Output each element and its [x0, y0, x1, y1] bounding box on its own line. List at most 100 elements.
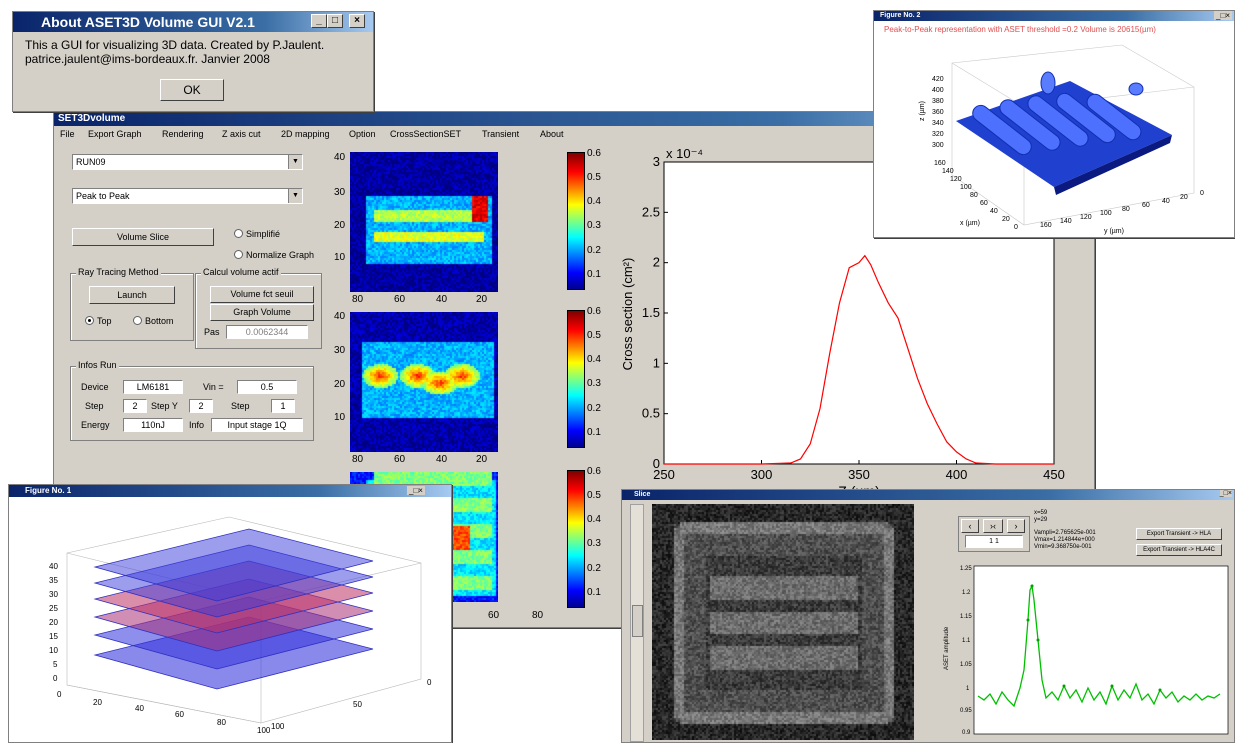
pas-field[interactable]: 0.0062344: [226, 325, 308, 339]
cbar1-tick: 0.3: [587, 220, 601, 231]
heat2-ytick: 20: [334, 379, 346, 390]
bottom-radio[interactable]: Bottom: [133, 316, 174, 326]
menu-about[interactable]: About: [540, 129, 564, 139]
volume-fct-seuil-button[interactable]: Volume fct seuil: [210, 286, 314, 303]
y-tick-label: 2: [653, 255, 660, 270]
next-button[interactable]: ›: [1007, 519, 1025, 533]
close-icon[interactable]: _□×: [1214, 11, 1232, 20]
transient-plot: 1.25 1.2 1.15 1.1 1.05 1 0.95 0.9 ASET a…: [944, 565, 1229, 736]
y-tick-label: 0: [653, 456, 660, 471]
close-icon[interactable]: _□×: [1219, 490, 1232, 497]
figure-2-window: Figure No. 2 _□× Peak-to-Peak representa…: [873, 10, 1235, 238]
menu-export-graph[interactable]: Export Graph: [88, 129, 142, 139]
fig2-ytick: 20: [1180, 194, 1188, 201]
menu-option[interactable]: Option: [349, 129, 376, 139]
fig1-ztick: 0: [53, 674, 58, 683]
step2-field[interactable]: 1: [271, 399, 295, 413]
cbar3-tick: 0.1: [587, 587, 601, 598]
info-field[interactable]: Input stage 1Q: [211, 418, 303, 432]
fig1-ztick: 15: [49, 632, 58, 641]
slice-grayscale-image: [652, 504, 914, 740]
export-hla4c-button[interactable]: Export Transient -> HLA4C: [1136, 544, 1222, 556]
slice-info-vampli: Vampli=2.765625e-001: [1034, 530, 1096, 536]
x-tick-label: 400: [946, 467, 968, 482]
pas-label: Pas: [204, 327, 220, 337]
transient-ytick: 1.2: [962, 590, 971, 596]
chevron-down-icon[interactable]: ▼: [288, 189, 302, 203]
cbar1-tick: 0.2: [587, 245, 601, 256]
y-tick-label: 1: [653, 355, 660, 370]
normalize-radio[interactable]: Normalize Graph: [234, 250, 314, 260]
close-icon[interactable]: _□×: [407, 486, 425, 495]
radio-icon: [234, 229, 243, 238]
fig1-ztick: 40: [49, 562, 58, 571]
run-select[interactable]: RUN09 ▼: [72, 154, 303, 170]
menu-2d-mapping[interactable]: 2D mapping: [281, 129, 330, 139]
infos-run-group: Infos Run Device LM6181 Vin = 0.5 Step 2…: [70, 360, 314, 441]
fig1-xtick: 0: [57, 690, 62, 699]
mode-select-value: Peak to Peak: [76, 191, 130, 201]
export-hla-button[interactable]: Export Transient -> HLA: [1136, 528, 1222, 540]
fig2-xtick: 0: [1014, 224, 1018, 231]
step-field[interactable]: 2: [123, 399, 147, 413]
top-radio[interactable]: Top: [85, 316, 112, 326]
figure-1-window: Figure No. 1 _□× 40 35 30 25 20 15 10 5: [8, 484, 452, 743]
bottom-label: Bottom: [145, 316, 174, 326]
vin-field[interactable]: 0.5: [237, 380, 297, 394]
transient-point: [1158, 688, 1162, 692]
fig2-xtick: 100: [960, 184, 972, 191]
maximize-icon[interactable]: □: [327, 14, 343, 28]
ok-button[interactable]: OK: [160, 79, 224, 101]
fig2-zlabel: z (µm): [919, 101, 926, 121]
transient-ylabel: ASET amplitude: [944, 626, 950, 670]
info-label: Info: [189, 420, 205, 430]
menu-z-axis-cut[interactable]: Z axis cut: [222, 129, 261, 139]
heat1-xtick: 20: [476, 294, 488, 305]
minimize-icon[interactable]: _: [311, 14, 327, 28]
figure-2-title: Figure No. 2: [880, 12, 921, 19]
close-icon[interactable]: ×: [349, 14, 365, 28]
figure-1-title-bar[interactable]: Figure No. 1: [9, 485, 451, 497]
launch-button[interactable]: Launch: [89, 286, 175, 304]
ray-tracing-group-title: Ray Tracing Method: [76, 267, 161, 277]
menu-file[interactable]: File: [60, 129, 75, 139]
transient-ytick: 1.25: [960, 566, 972, 572]
step-label: Step: [85, 401, 104, 411]
step2-label: Step: [231, 401, 250, 411]
device-field[interactable]: LM6181: [123, 380, 183, 394]
slice-scrollbar[interactable]: [630, 504, 644, 742]
menu-transient[interactable]: Transient: [482, 129, 519, 139]
energy-field[interactable]: 110nJ: [123, 418, 183, 432]
fig2-ytick: 80: [1122, 206, 1130, 213]
cbar3-tick: 0.2: [587, 563, 601, 574]
surface-peak: [1040, 71, 1056, 95]
colorbar-1: [567, 152, 585, 290]
heat3-xtick: 80: [532, 610, 544, 621]
prev-button[interactable]: ‹: [961, 519, 979, 533]
chevron-down-icon[interactable]: ▼: [288, 155, 302, 169]
cbar2-tick: 0.4: [587, 354, 601, 365]
slice-title-bar[interactable]: Slice: [622, 490, 1234, 500]
fig2-ytick: 140: [1060, 218, 1072, 225]
center-button[interactable]: ›‹: [983, 519, 1003, 533]
simplified-radio[interactable]: Simplifié: [234, 229, 280, 239]
fig1-xtick: 40: [135, 704, 144, 713]
fig2-ztick: 420: [932, 76, 944, 83]
transient-point: [1062, 684, 1066, 688]
slice-info-vmin: Vmin=9.368750e-001: [1034, 544, 1092, 550]
mode-select[interactable]: Peak to Peak ▼: [72, 188, 303, 204]
radio-icon: [85, 316, 94, 325]
cbar1-tick: 0.6: [587, 148, 601, 159]
fig1-xtick: 80: [217, 718, 226, 727]
scrollbar-thumb[interactable]: [632, 605, 643, 637]
stepy-field[interactable]: 2: [189, 399, 213, 413]
menu-cross-section-set[interactable]: CrossSectionSET: [390, 129, 461, 139]
fig1-ztick: 25: [49, 604, 58, 613]
slice-title: Slice: [634, 491, 651, 498]
volume-slice-button[interactable]: Volume Slice: [72, 228, 214, 246]
menu-rendering[interactable]: Rendering: [162, 129, 204, 139]
fig2-ytick: 160: [1040, 222, 1052, 229]
figure-2-title-bar[interactable]: Figure No. 2: [874, 11, 1234, 21]
graph-volume-button[interactable]: Graph Volume: [210, 304, 314, 321]
slice-nav-field[interactable]: 1 1: [965, 535, 1023, 548]
